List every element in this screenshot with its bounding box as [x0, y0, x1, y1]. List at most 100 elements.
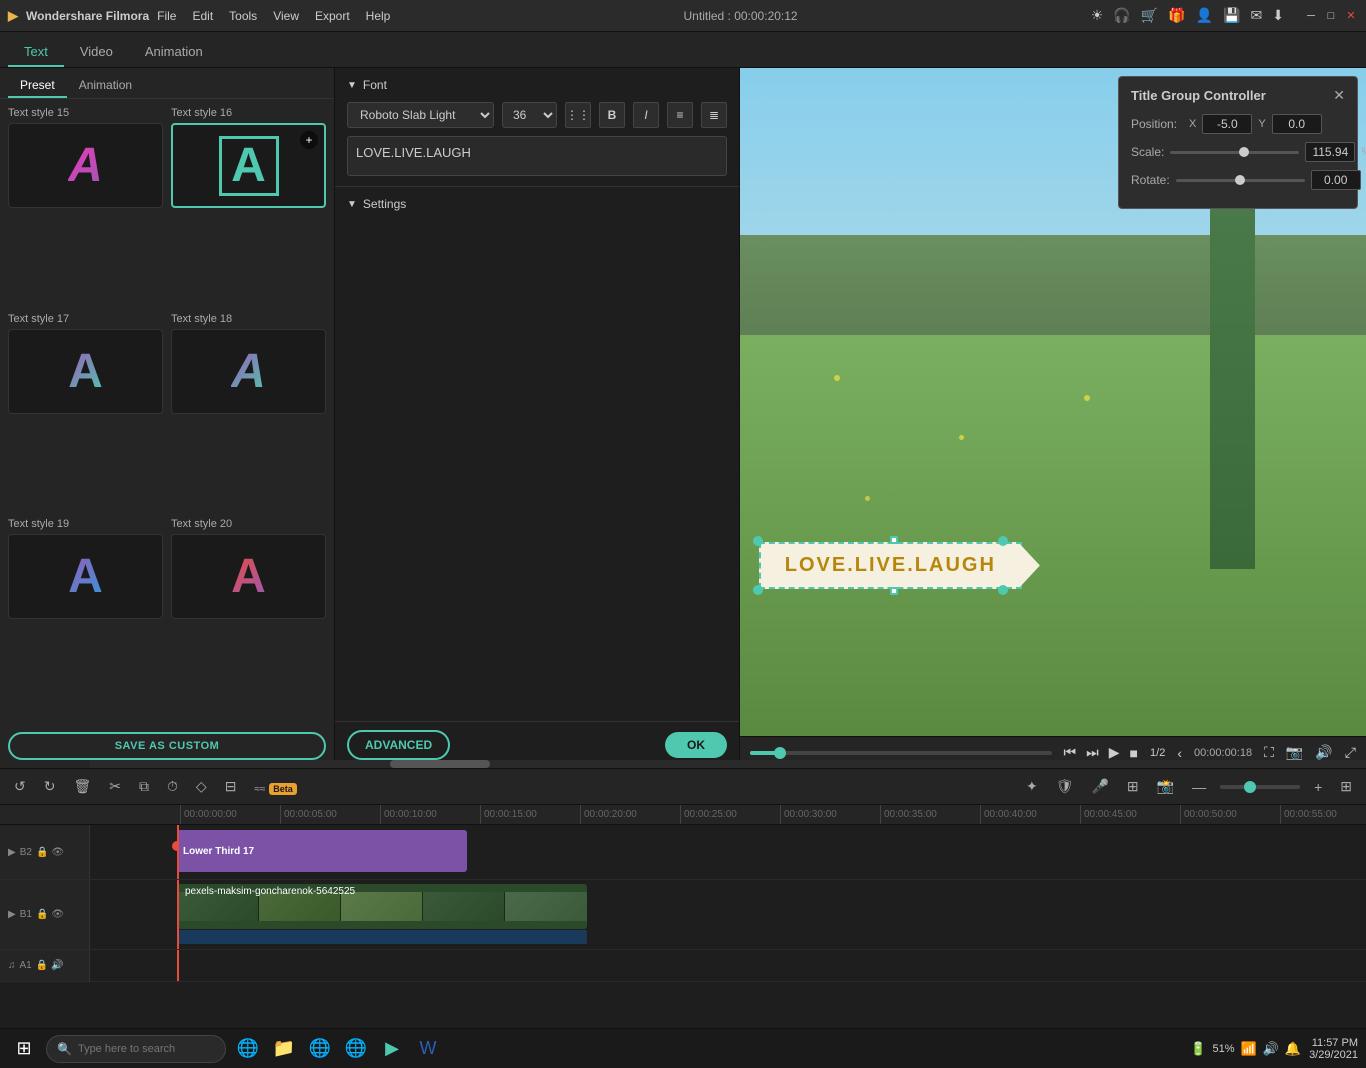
selection-handle-b[interactable] — [890, 587, 898, 595]
detach-button[interactable]: ⊞ — [1123, 776, 1143, 797]
cut-button[interactable]: ✂ — [105, 776, 125, 797]
style-preview-16[interactable]: A + — [171, 123, 326, 208]
zoom-slider-thumb[interactable] — [1244, 781, 1256, 793]
frame-back-button[interactable]: ⏭ — [1086, 744, 1099, 761]
clock-button[interactable]: ⏱ — [163, 776, 182, 797]
font-family-select[interactable]: Roboto Slab Light — [347, 102, 494, 128]
taskbar-filmora[interactable]: ▶ — [376, 1033, 408, 1065]
menu-help[interactable]: Help — [366, 9, 391, 23]
split-button[interactable]: ⊟ — [221, 776, 241, 797]
track-b1-eye[interactable]: 👁 — [51, 909, 64, 920]
search-bar[interactable]: 🔍 — [46, 1035, 226, 1063]
clip-lower-third[interactable]: Lower Third 17 — [177, 830, 467, 872]
timeline-scrollbar-thumb[interactable] — [390, 760, 490, 768]
menu-edit[interactable]: Edit — [192, 9, 213, 23]
style-preview-20[interactable]: A — [171, 534, 326, 619]
style-preview-19[interactable]: A — [8, 534, 163, 619]
tc-scale-slider[interactable] — [1170, 151, 1299, 154]
notifications-icon[interactable]: 🔔 — [1285, 1041, 1301, 1057]
timeline-thumb[interactable] — [774, 747, 786, 759]
fit-button[interactable]: ⊞ — [1336, 776, 1356, 797]
panel-tab-animation[interactable]: Animation — [67, 74, 144, 98]
tc-rotate-input[interactable] — [1311, 170, 1361, 190]
taskbar-chrome2[interactable]: 🌐 — [340, 1033, 372, 1065]
tab-animation[interactable]: Animation — [129, 38, 219, 67]
sun-icon[interactable]: ☀ — [1091, 7, 1104, 24]
save-icon[interactable]: 💾 — [1223, 7, 1240, 24]
mail-icon[interactable]: ✉ — [1251, 7, 1263, 24]
page-prev-button[interactable]: ‹ — [1177, 745, 1182, 761]
track-a1-speaker[interactable]: 🔊 — [51, 960, 63, 971]
menu-export[interactable]: Export — [315, 9, 350, 23]
italic-button[interactable]: I — [633, 102, 659, 128]
step-back-button[interactable]: ⏮ — [1064, 744, 1077, 761]
shape-button[interactable]: ◇ — [192, 776, 211, 797]
font-section-header[interactable]: ▼ Font — [347, 78, 727, 92]
user-icon[interactable]: 👤 — [1196, 7, 1213, 24]
fullscreen-button[interactable]: ⛶ — [1264, 744, 1274, 761]
track-b2-lock[interactable]: 🔒 — [36, 847, 48, 858]
selection-handle-br[interactable] — [998, 585, 1008, 595]
tc-close-button[interactable]: ✕ — [1333, 87, 1345, 104]
style-preview-18[interactable]: A — [171, 329, 326, 414]
taskbar-edge[interactable]: 🌐 — [232, 1033, 264, 1065]
cart-icon[interactable]: 🛒 — [1141, 7, 1158, 24]
stop-button[interactable]: ■ — [1130, 745, 1138, 761]
delete-button[interactable]: 🗑 — [69, 776, 95, 797]
bold-button[interactable]: B — [599, 102, 625, 128]
text-input[interactable]: LOVE.LIVE.LAUGH — [347, 136, 727, 176]
tab-video[interactable]: Video — [64, 38, 129, 67]
clip-video[interactable]: pexels-maksim-goncharenok-5642525 — [177, 884, 587, 929]
gift-icon[interactable]: 🎁 — [1168, 7, 1185, 24]
volume-button[interactable]: 🔊 — [1315, 744, 1332, 761]
align-center-button[interactable]: ≡ — [667, 102, 693, 128]
zoom-in-button[interactable]: + — [1310, 777, 1326, 797]
zoom-out-button[interactable]: — — [1188, 777, 1210, 797]
audio-wave-button[interactable]: ≈≈ Beta — [250, 777, 300, 797]
taskbar-chrome[interactable]: 🌐 — [304, 1033, 336, 1065]
menu-view[interactable]: View — [273, 9, 299, 23]
tab-text[interactable]: Text — [8, 38, 64, 67]
snapshot-button[interactable]: 📸 — [1153, 776, 1178, 797]
advanced-button[interactable]: ADVANCED — [347, 730, 450, 760]
panel-tab-preset[interactable]: Preset — [8, 74, 67, 98]
selection-handle-tr[interactable] — [998, 536, 1008, 546]
expand-button[interactable]: ⤢ — [1345, 744, 1356, 761]
ok-button[interactable]: OK — [665, 732, 727, 758]
taskbar-files[interactable]: 📁 — [268, 1033, 300, 1065]
align-right-button[interactable]: ≣ — [701, 102, 727, 128]
selection-handle-bl[interactable] — [753, 585, 763, 595]
selection-handle-t[interactable] — [890, 536, 898, 544]
play-button[interactable]: ▶ — [1109, 744, 1120, 761]
minimize-button[interactable]: ─ — [1304, 9, 1318, 23]
headphones-icon[interactable]: 🎧 — [1113, 7, 1130, 24]
tc-y-input[interactable] — [1272, 114, 1322, 134]
shield-button[interactable]: 🛡 — [1052, 776, 1078, 797]
save-as-custom-button[interactable]: SAVE AS CUSTOM — [8, 732, 326, 760]
mic-button[interactable]: 🎤 — [1087, 776, 1112, 797]
start-button[interactable]: ⊞ — [8, 1033, 40, 1065]
track-a1-lock[interactable]: 🔒 — [36, 960, 48, 971]
download-icon[interactable]: ⬇ — [1272, 7, 1284, 24]
screenshot-button[interactable]: 📷 — [1286, 744, 1303, 761]
tc-rotate-slider[interactable] — [1176, 179, 1305, 182]
close-button[interactable]: ✕ — [1344, 9, 1358, 23]
timeline-scrollbar[interactable] — [90, 760, 1366, 768]
add-to-timeline-icon[interactable]: + — [300, 131, 318, 149]
redo-button[interactable]: ↻ — [40, 776, 60, 797]
tc-scale-input[interactable] — [1305, 142, 1355, 162]
menu-file[interactable]: File — [157, 9, 176, 23]
maximize-button[interactable]: □ — [1324, 9, 1338, 23]
column-icon-button[interactable]: ⋮⋮ — [565, 102, 591, 128]
selection-handle-tl[interactable] — [753, 536, 763, 546]
settings-section-header[interactable]: ▼ Settings — [347, 197, 727, 211]
menu-tools[interactable]: Tools — [229, 9, 257, 23]
search-input[interactable] — [78, 1043, 220, 1055]
copy-button[interactable]: ⧉ — [135, 776, 153, 797]
font-size-select[interactable]: 36 — [502, 102, 557, 128]
tc-x-input[interactable] — [1202, 114, 1252, 134]
taskbar-word[interactable]: W — [412, 1033, 444, 1065]
track-b1-lock[interactable]: 🔒 — [36, 909, 48, 920]
undo-button[interactable]: ↺ — [10, 776, 30, 797]
effects-button[interactable]: ✦ — [1022, 776, 1042, 797]
